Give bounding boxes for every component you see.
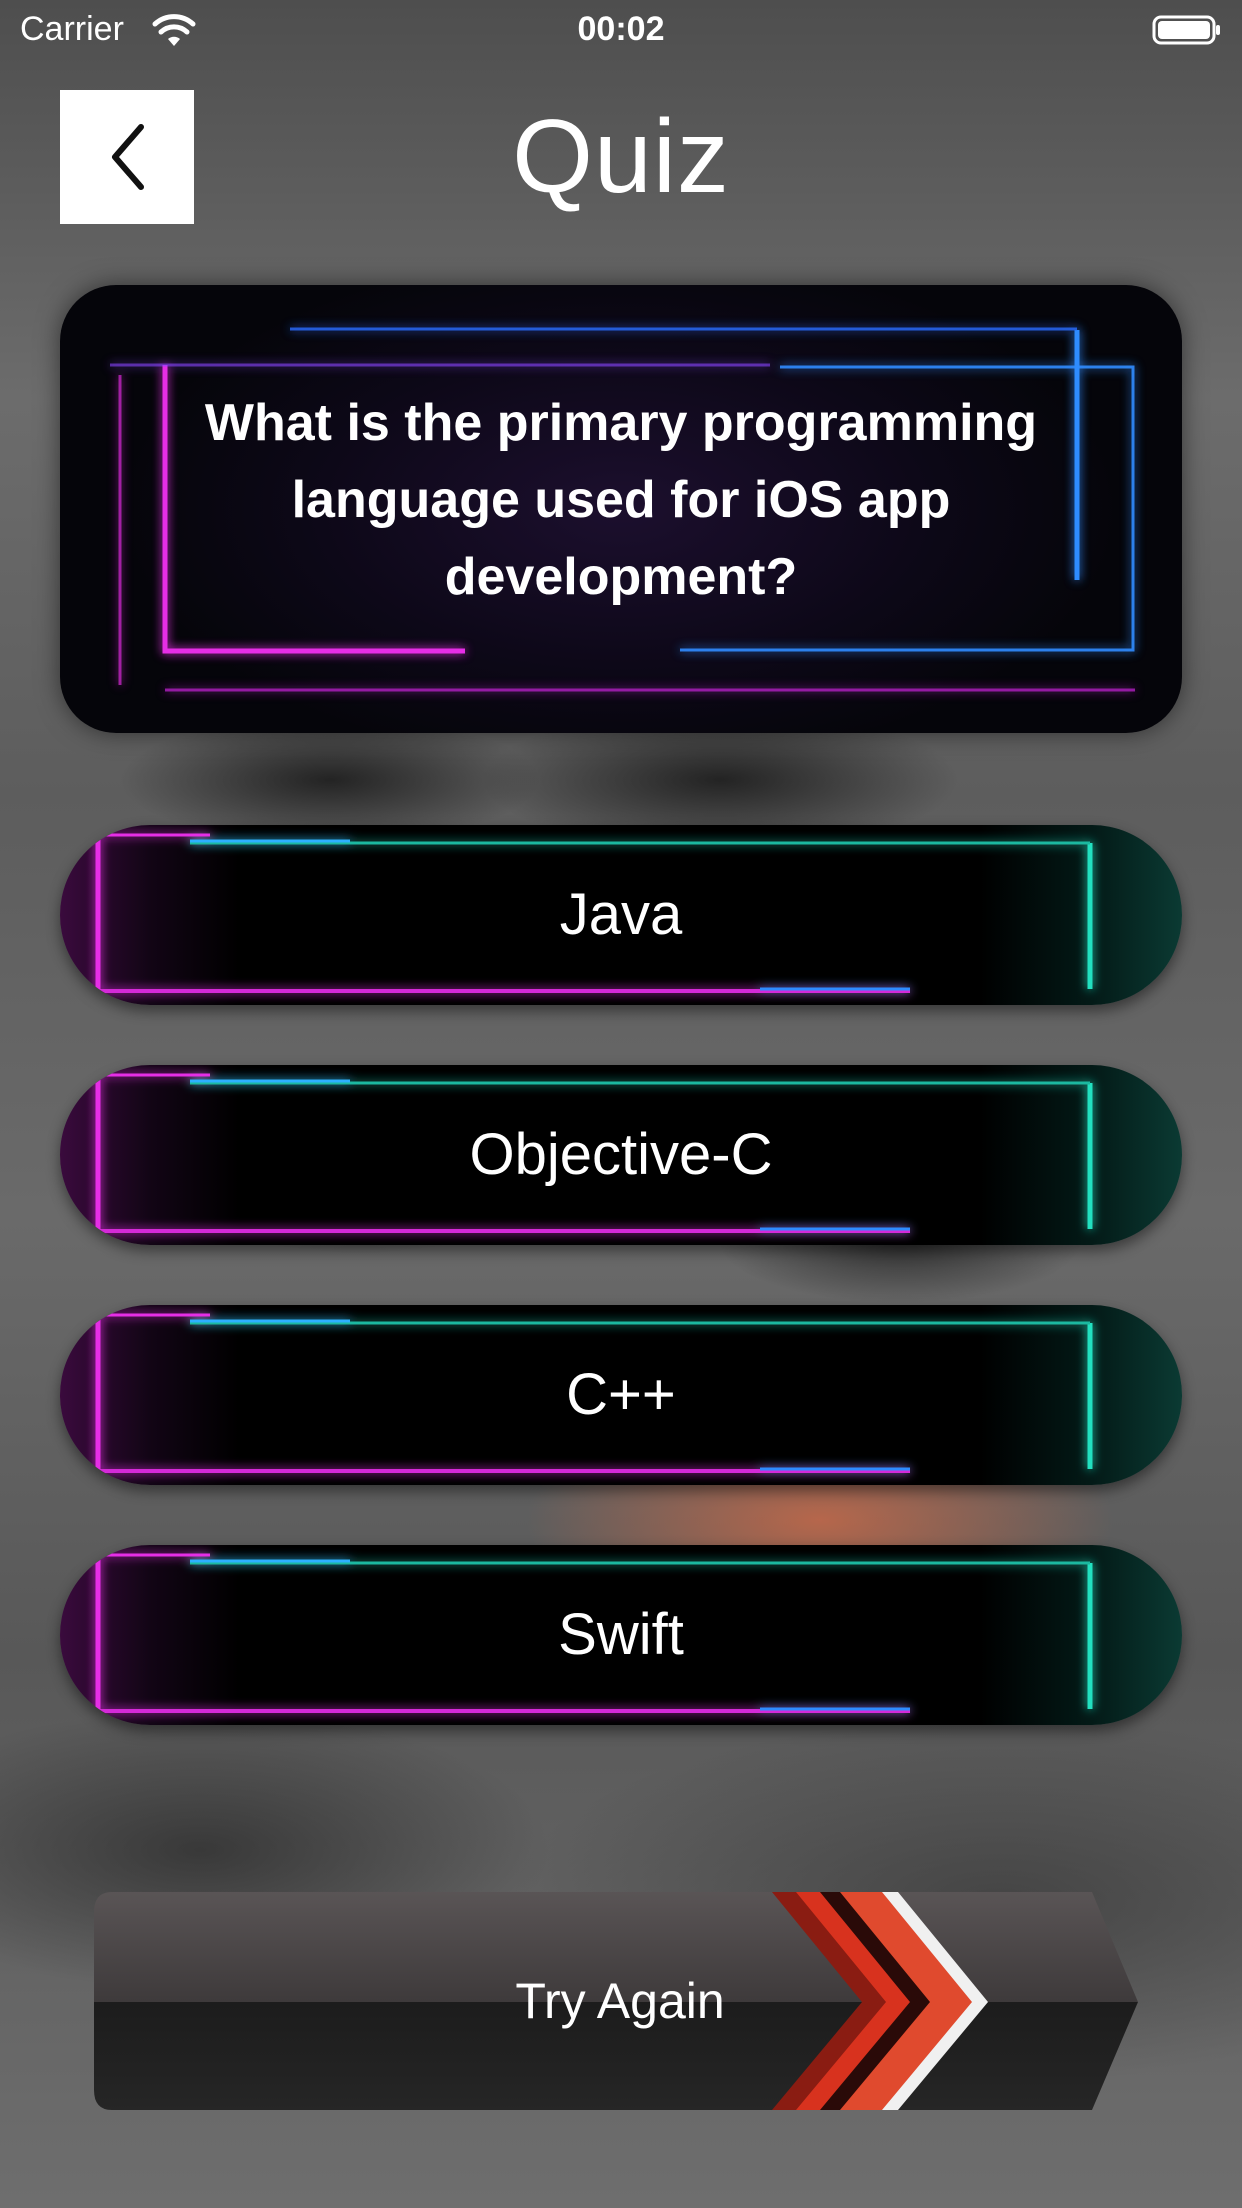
answer-label: Java [559, 882, 683, 947]
battery-icon [1152, 15, 1220, 45]
answer-button-cpp[interactable]: C++ [60, 1305, 1182, 1485]
status-bar: Carrier 00:02 [0, 0, 1242, 60]
answer-button-java[interactable]: Java [60, 825, 1182, 1005]
question-text: What is the primary programming language… [204, 394, 1038, 606]
status-time: 00:02 [577, 10, 665, 48]
answer-label: C++ [566, 1362, 676, 1427]
question-card: What is the primary programming language… [60, 285, 1182, 733]
answer-label: Objective-C [469, 1122, 773, 1187]
try-again-button[interactable]: Try Again [92, 1890, 1142, 2112]
answer-button-swift[interactable]: Swift [60, 1545, 1182, 1725]
answer-label: Swift [558, 1602, 684, 1667]
try-again-label: Try Again [515, 1973, 725, 2029]
page-title: Quiz [512, 99, 730, 215]
answer-button-objective-c[interactable]: Objective-C [60, 1065, 1182, 1245]
